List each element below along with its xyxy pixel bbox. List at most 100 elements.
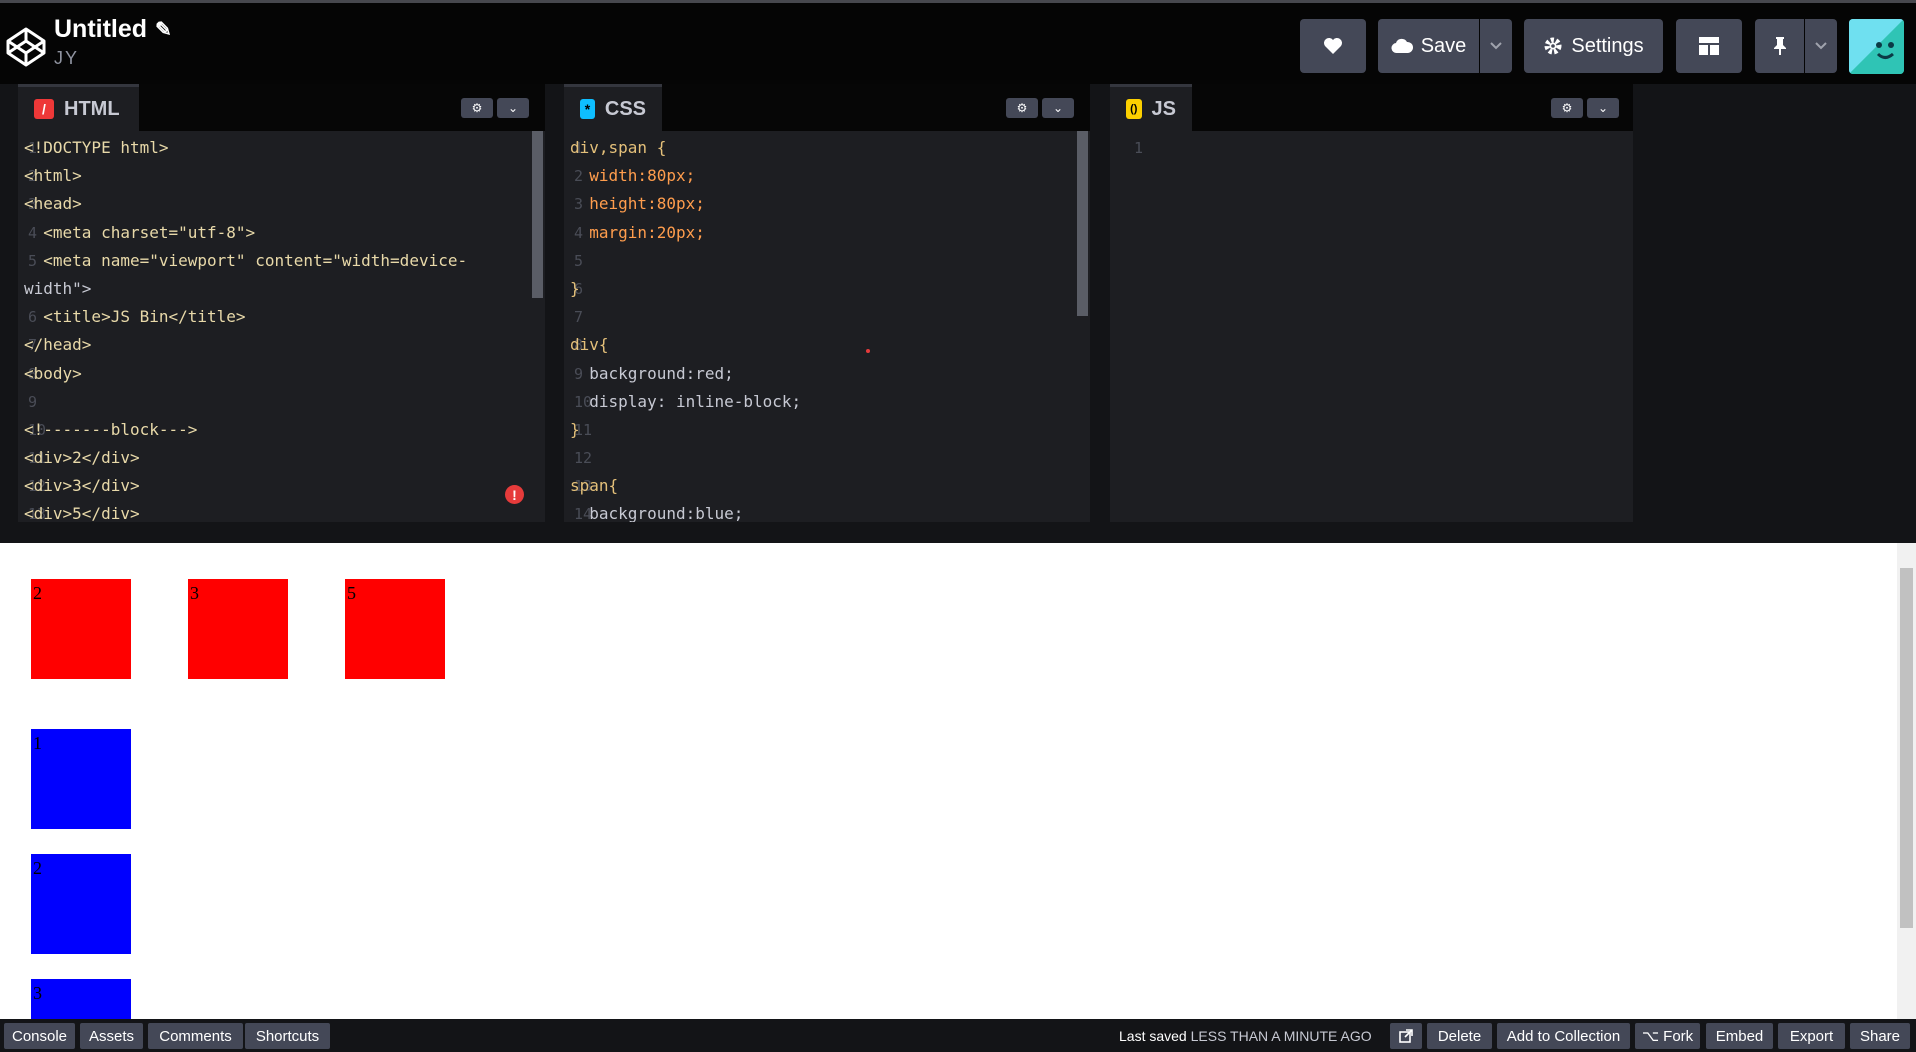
open-external-button[interactable] [1390,1023,1422,1049]
header-bar: Untitled ✎ JY Save Settings [0,3,1916,84]
code-line: 8 div{ [564,331,1090,359]
avatar[interactable] [1849,19,1904,74]
fork-button[interactable]: ⌥ Fork [1635,1023,1700,1049]
pen-title[interactable]: Untitled ✎ [54,15,172,44]
last-saved-prefix: Last saved [1119,1028,1187,1044]
code-text: <!DOCTYPE html> [24,138,169,157]
js-settings-button[interactable]: ⚙ [1551,98,1583,118]
footer-bar: Console Assets Comments Shortcuts Last s… [0,1019,1916,1052]
css-collapse-button[interactable]: ⌄ [1042,98,1074,118]
resize-divider[interactable] [0,522,1916,543]
css-editor-panel: * CSS ⚙ ⌄ 1 div,span {2 width:80px; 3 heig… [564,84,1090,522]
delete-button[interactable]: Delete [1427,1023,1492,1049]
line-number: 5 [574,251,584,270]
console-button[interactable]: Console [4,1023,75,1049]
blue-box: 2 [31,854,131,954]
chevron-down-icon: ⌄ [1052,101,1064,115]
code-line: 12 <div>3</div> [18,472,545,500]
pin-button[interactable] [1755,19,1804,73]
code-line: 9 background:red; [564,360,1090,388]
save-label: Save [1420,34,1467,57]
css-settings-button[interactable]: ⚙ [1006,98,1038,118]
tab-css-label: CSS [604,97,646,120]
pin-options-dropdown[interactable] [1805,19,1837,73]
css-code[interactable]: 1 div,span {2 width:80px; 3 height:80px; 4 … [564,131,1090,522]
code-line: 13 span{ [564,472,1090,500]
codepen-logo-icon[interactable] [4,25,48,69]
pencil-icon[interactable]: ✎ [155,17,172,42]
settings-button[interactable]: Settings [1524,19,1663,73]
code-text: height:80px; [570,194,705,214]
line-number: 7 [574,308,584,327]
embed-button[interactable]: Embed [1706,1023,1773,1049]
code-line: 5 <meta name="viewport" content="width=d… [18,247,545,275]
error-indicator-icon[interactable]: ! [505,485,524,504]
pin-icon [1773,37,1786,55]
html-code[interactable]: 1 <!DOCTYPE html> 2 <html> 3 <head> 4 <meta ch… [18,131,545,522]
css-scrollbar[interactable] [1077,131,1088,316]
code-text: <html> [24,166,82,186]
code-text: <head> [24,194,82,214]
gear-icon: ⚙ [471,101,483,115]
html-logo-icon: / [34,99,54,119]
user-avatar-icon [1849,19,1904,74]
code-text: } [570,419,580,439]
line-number: 11 [574,420,593,439]
js-logo-icon: () [1126,99,1142,119]
code-text: <meta name="viewport" content="width=dev… [24,250,468,270]
blue-box: 1 [31,729,131,829]
fork-label: Fork [1663,1027,1694,1045]
chevron-down-icon [1490,42,1502,50]
shortcuts-button[interactable]: Shortcuts [245,1023,330,1049]
code-line: 12 [564,444,1090,472]
code-line: 3 <head> [18,190,545,218]
html-settings-button[interactable]: ⚙ [461,98,493,118]
gear-icon [1544,37,1562,55]
add-to-collection-button[interactable]: Add to Collection [1497,1023,1630,1049]
red-box: 2 [31,579,131,679]
html-scrollbar[interactable] [532,131,543,298]
assets-button[interactable]: Assets [80,1023,143,1049]
like-button[interactable] [1300,19,1366,73]
tab-js[interactable]: () JS [1110,84,1192,131]
code-text: background:red; [570,363,734,383]
code-line: 4 margin:20px; [564,219,1090,247]
author-name[interactable]: JY [54,48,79,69]
change-view-button[interactable] [1676,19,1742,73]
save-button[interactable]: Save [1378,19,1479,73]
code-text: <div>3</div> [24,476,140,496]
tab-html[interactable]: / HTML [18,84,139,131]
code-line: 6} [564,275,1090,303]
last-saved-status: Last saved LESS THAN A MINUTE AGO [1119,1028,1372,1044]
code-text: <div>2</div> [24,448,140,468]
code-line: 11} [564,416,1090,444]
comments-button[interactable]: Comments [148,1023,243,1049]
js-collapse-button[interactable]: ⌄ [1587,98,1619,118]
red-box: 3 [188,579,288,679]
code-text: <title>JS Bin</title> [24,307,246,327]
export-button[interactable]: Export [1778,1023,1845,1049]
code-text: div{ [570,335,609,355]
code-text: <!-------block---> [24,419,198,439]
code-line: width"> [18,275,545,303]
share-button[interactable]: Share [1850,1023,1910,1049]
line-number: 6 [574,279,584,298]
red-box: 5 [345,579,445,679]
code-line: 7 [564,303,1090,331]
tab-html-label: HTML [64,97,120,120]
code-text: <body> [24,363,82,383]
code-text: <meta charset="utf-8"> [24,222,256,242]
code-line: 1 <!DOCTYPE html> [18,134,545,162]
save-options-dropdown[interactable] [1480,19,1512,73]
heart-icon [1324,38,1342,54]
preview-scrollbar-thumb[interactable] [1900,568,1913,928]
blue-box: 3 [31,979,131,1019]
code-text: width"> [24,278,92,298]
js-code[interactable]: 1 [1110,131,1633,522]
html-collapse-button[interactable]: ⌄ [497,98,529,118]
pen-title-text[interactable]: Untitled [54,15,147,44]
tab-css[interactable]: * CSS [564,84,662,131]
code-line: 3 height:80px; [564,190,1090,218]
code-line: 14 background:blue; [564,500,1090,522]
last-saved-time: LESS THAN A MINUTE AGO [1190,1028,1372,1044]
